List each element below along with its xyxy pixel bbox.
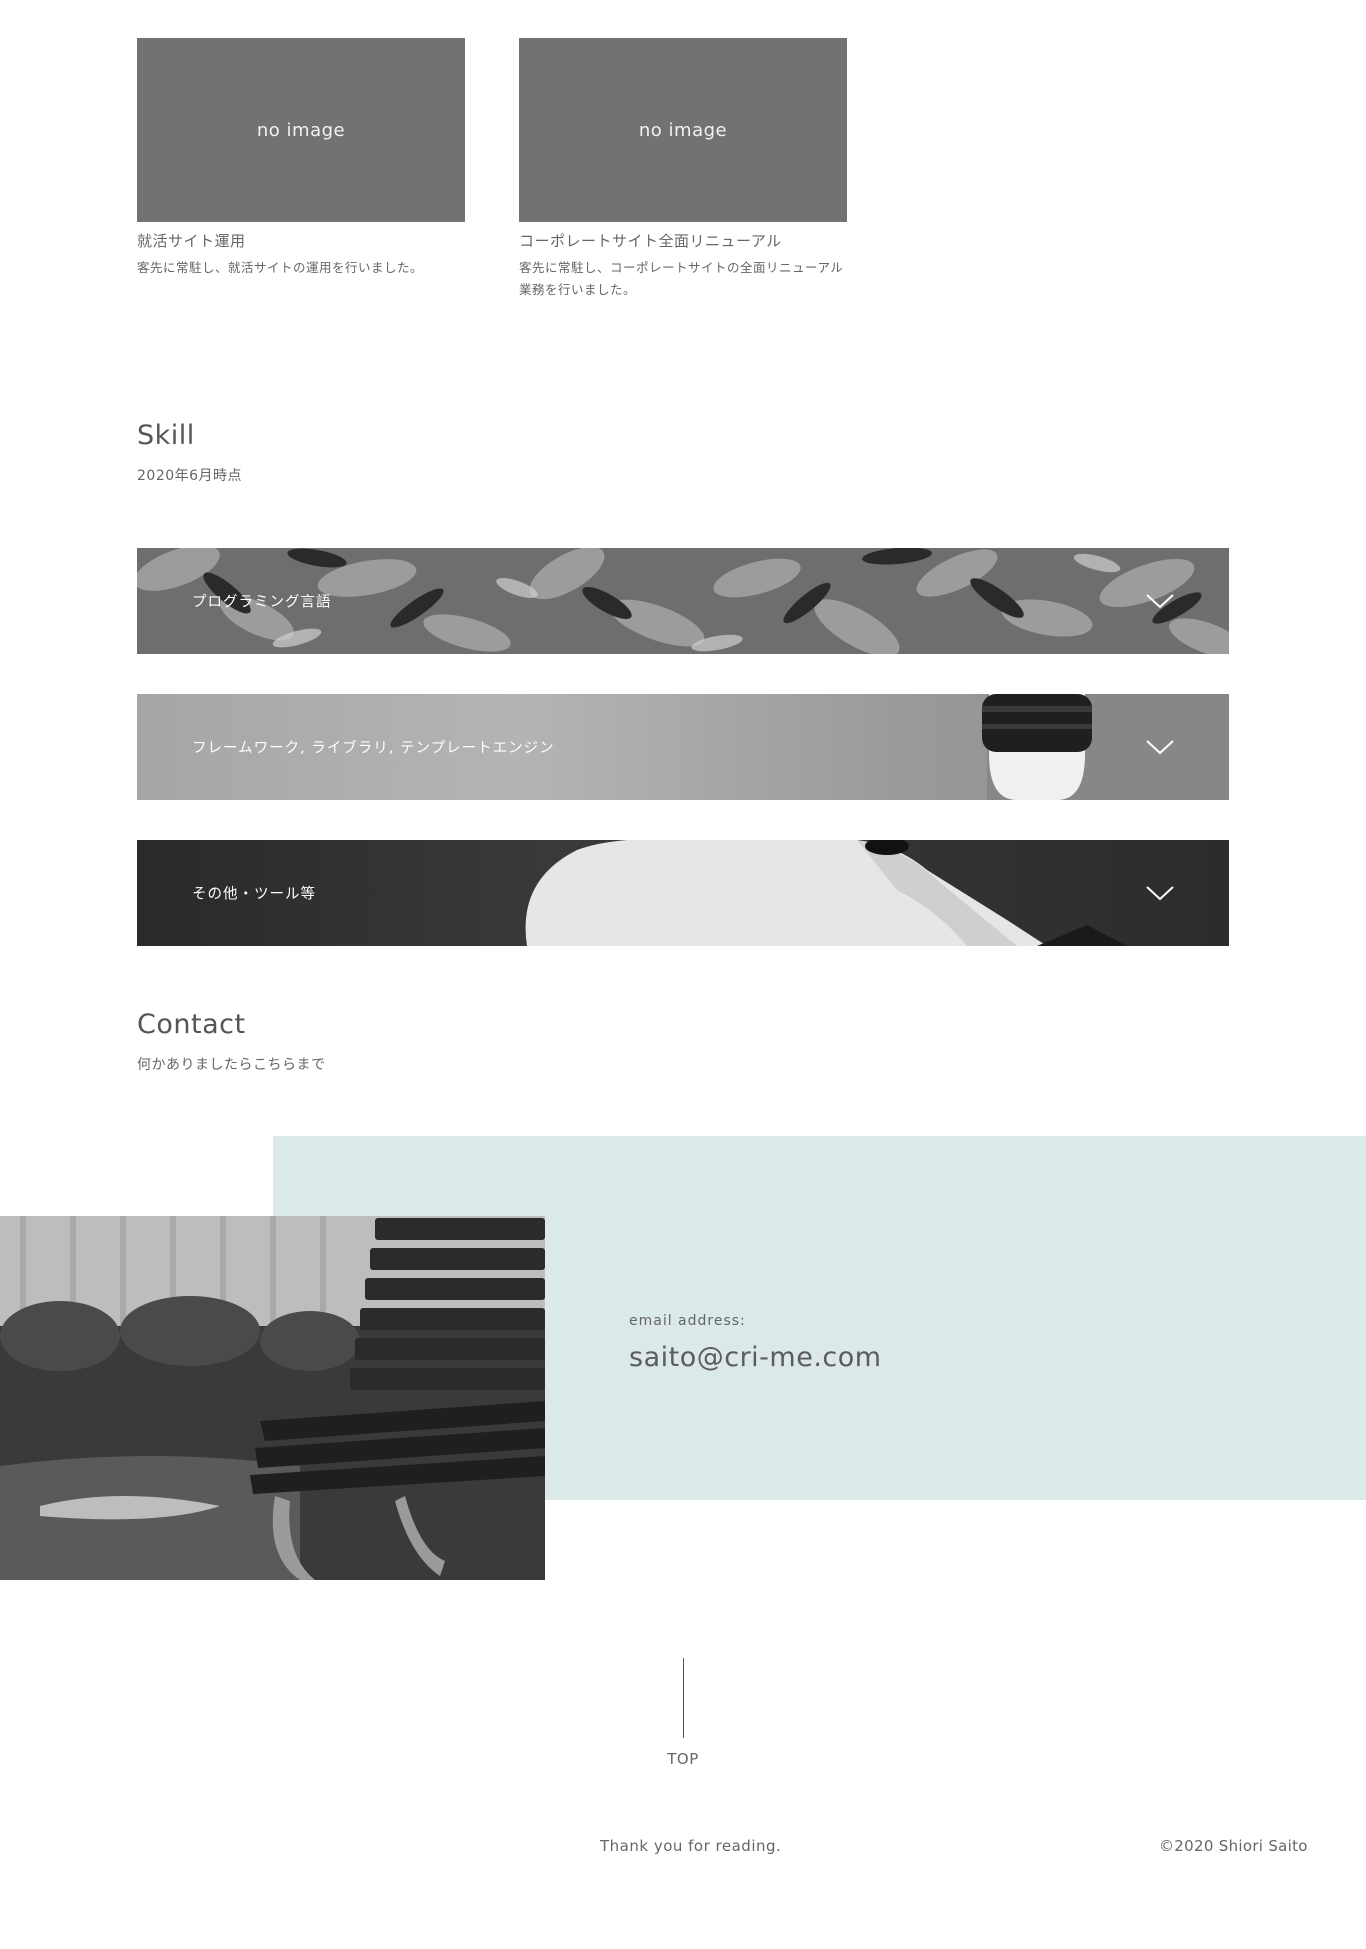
skill-accordion-label: プログラミング言語	[192, 594, 332, 611]
skill-accordion-frameworks[interactable]: フレームワーク, ライブラリ, テンプレートエンジン	[137, 694, 1229, 800]
email-label: email address:	[629, 1313, 746, 1329]
skill-accordion-label: フレームワーク, ライブラリ, テンプレートエンジン	[192, 740, 555, 757]
work-thumbnail[interactable]: no image	[137, 38, 465, 222]
bench-photo	[0, 1216, 545, 1580]
skill-title: Skill	[137, 420, 195, 451]
chevron-down-icon[interactable]	[1145, 878, 1175, 908]
skill-accordion-programming[interactable]: プログラミング言語	[137, 548, 1229, 654]
work-card-2[interactable]: no image コーポレートサイト全面リニューアル 客先に常駐し、コーポレート…	[519, 38, 847, 301]
skill-subtitle: 2020年6月時点	[137, 468, 243, 484]
thanks-text: Thank you for reading.	[600, 1837, 782, 1855]
copyright-text: ©2020 Shiori Saito	[1159, 1837, 1308, 1855]
top-line-divider	[682, 1658, 684, 1738]
no-image-label: no image	[256, 119, 346, 141]
contact-title: Contact	[137, 1009, 246, 1040]
top-label: TOP	[667, 1750, 699, 1768]
contact-subtitle: 何かありましたらこちらまで	[137, 1057, 326, 1073]
work-title: コーポレートサイト全面リニューアル	[519, 232, 782, 250]
work-description: 客先に常駐し、コーポレートサイトの全面リニューアル業務を行いました。	[519, 260, 844, 297]
chevron-down-icon[interactable]	[1145, 732, 1175, 762]
email-link[interactable]: saito@cri-me.com	[629, 1342, 882, 1373]
work-thumbnail[interactable]: no image	[519, 38, 847, 222]
no-image-label: no image	[638, 119, 728, 141]
bench-image	[0, 1216, 545, 1580]
work-title: 就活サイト運用	[137, 232, 246, 250]
skill-accordion-label: その他・ツール等	[192, 886, 316, 903]
back-to-top-link[interactable]: TOP	[650, 1658, 716, 1768]
skill-accordion-tools[interactable]: その他・ツール等	[137, 840, 1229, 946]
work-card-1[interactable]: no image 就活サイト運用 客先に常駐し、就活サイトの運用を行いました。	[137, 38, 465, 279]
chevron-down-icon[interactable]	[1145, 586, 1175, 616]
work-description: 客先に常駐し、就活サイトの運用を行いました。	[137, 260, 424, 275]
